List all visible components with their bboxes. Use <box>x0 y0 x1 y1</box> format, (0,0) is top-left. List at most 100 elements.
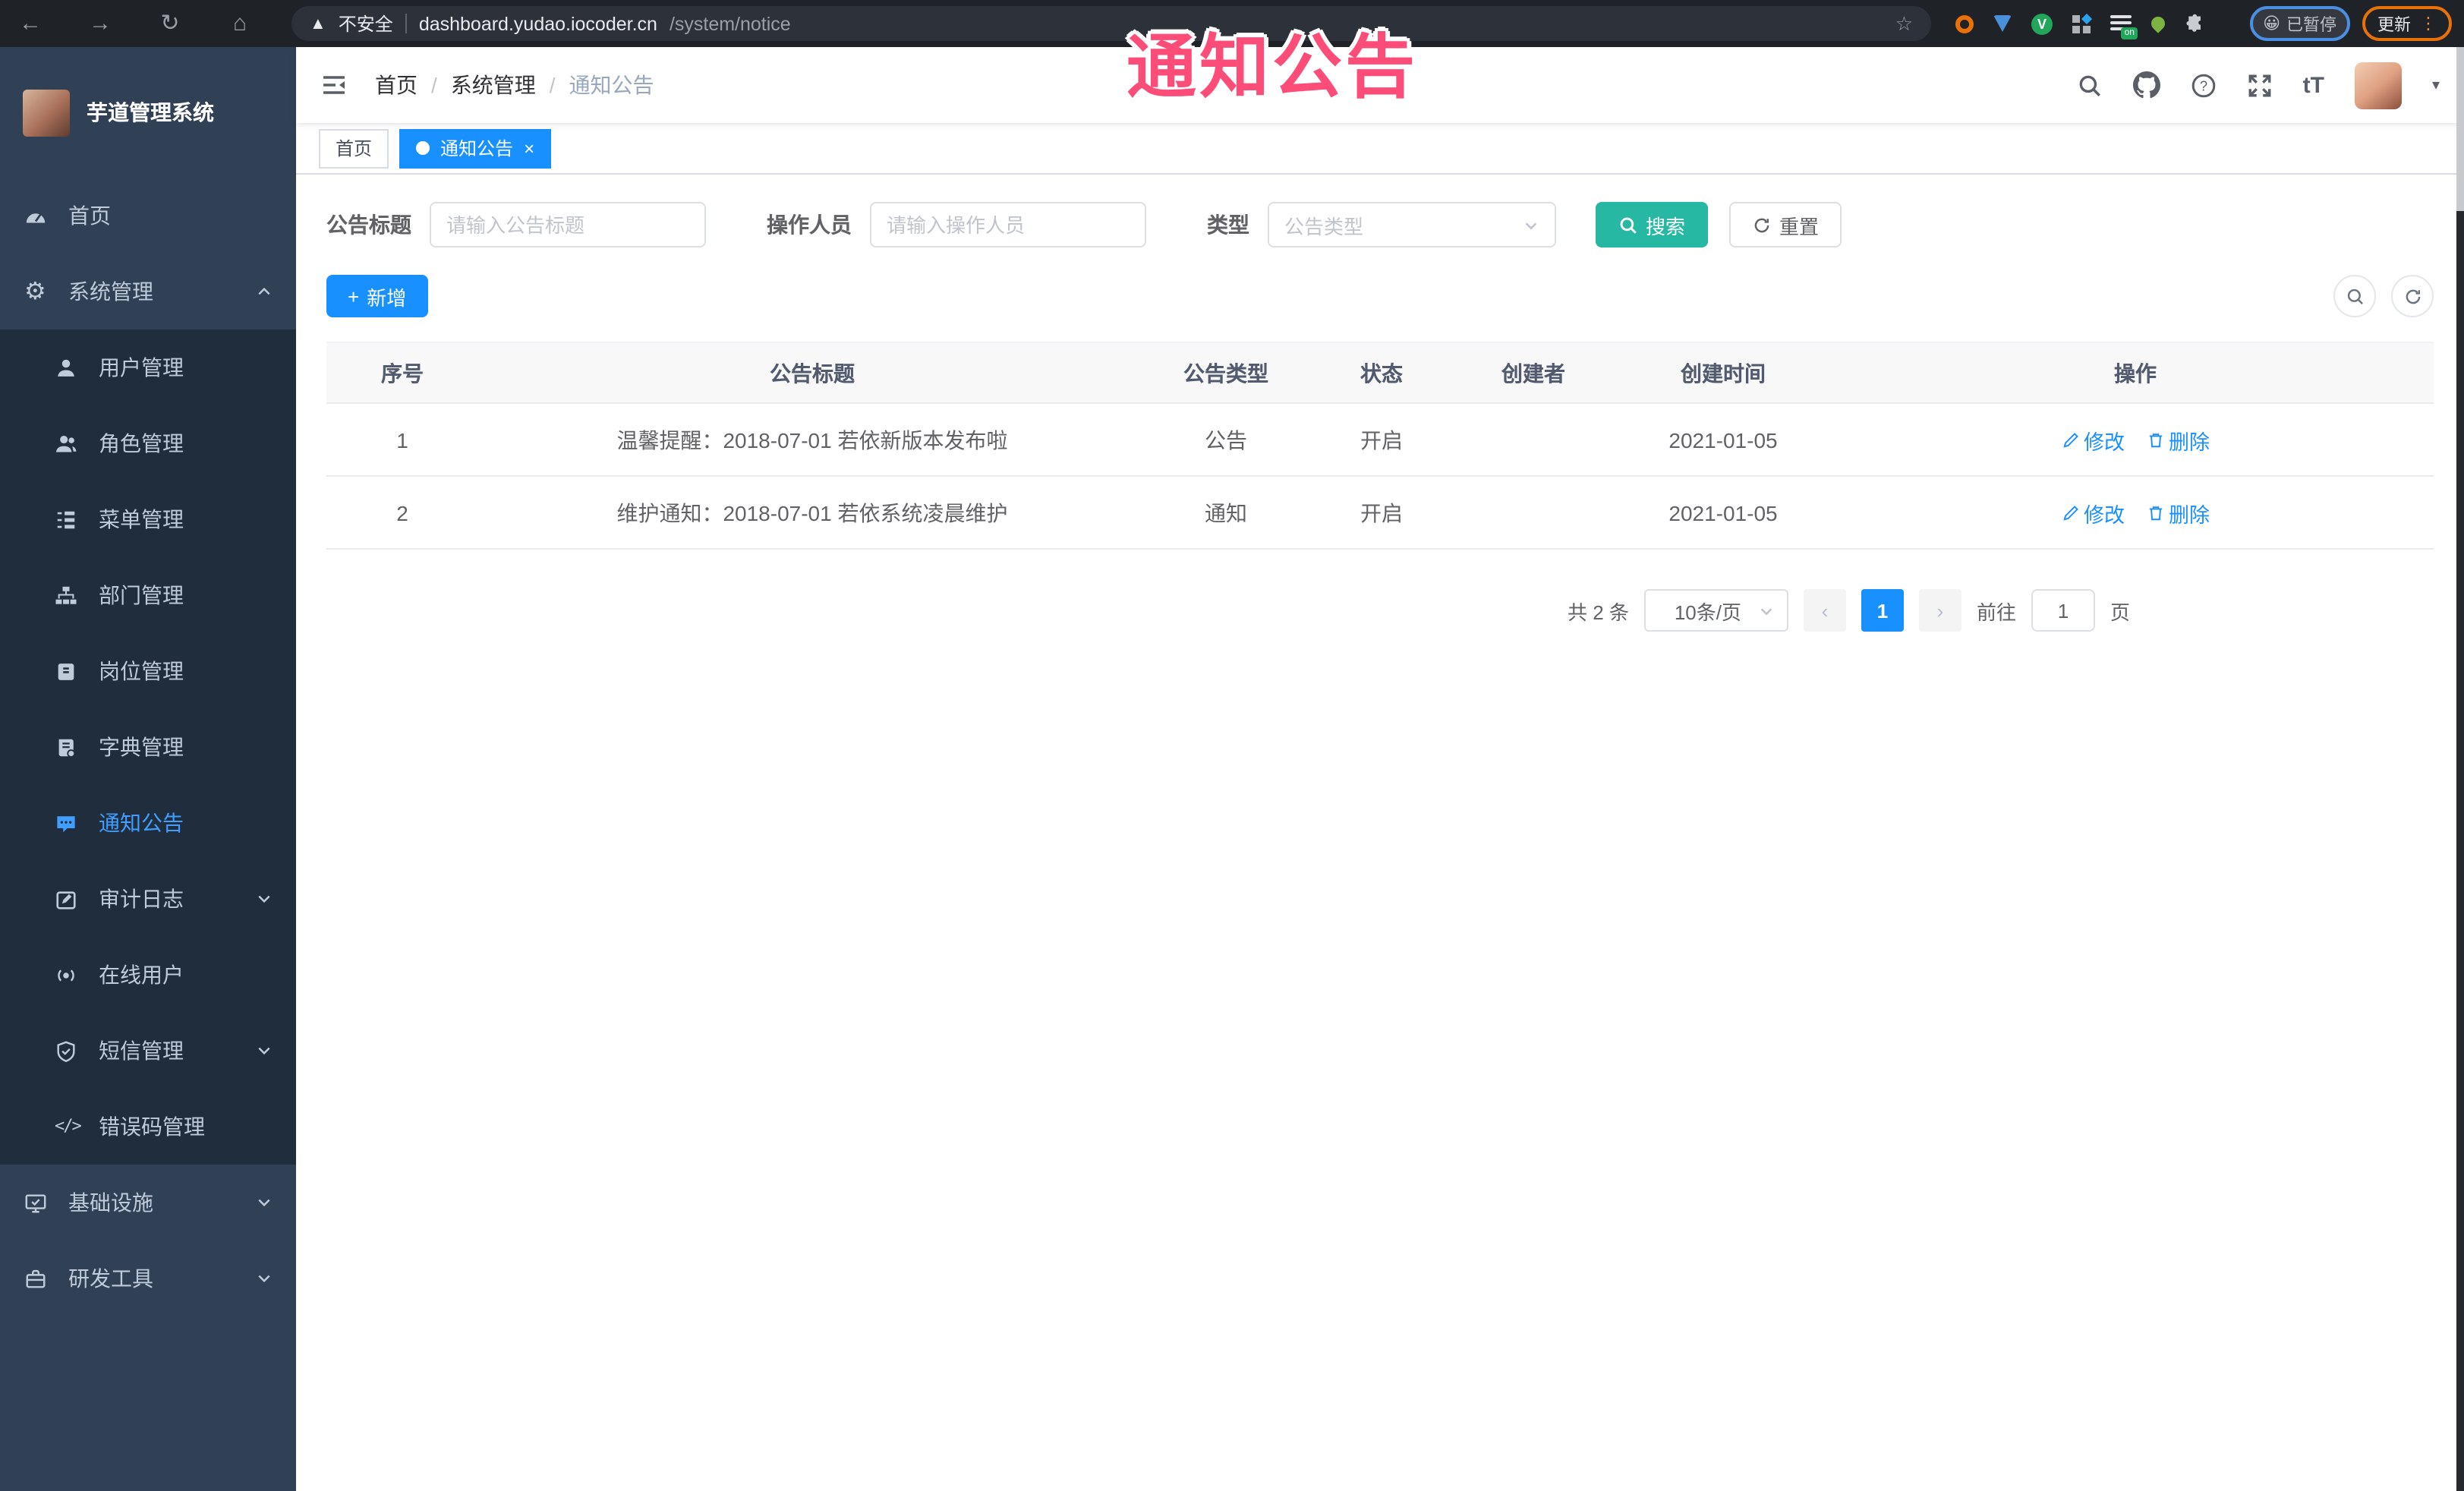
navbar-actions: ? tT ▾ <box>2077 61 2440 109</box>
fullscreen-icon[interactable] <box>2247 72 2273 98</box>
notice-title-input[interactable] <box>430 202 706 247</box>
extension-blue-icon[interactable] <box>1993 15 2012 32</box>
sidebar-item-notice[interactable]: 通知公告 <box>0 785 296 861</box>
sidebar-item-online-users[interactable]: 在线用户 <box>0 937 296 1013</box>
table-toolbar: + 新增 <box>326 275 2434 317</box>
user-avatar[interactable] <box>2354 61 2402 109</box>
sidebar-item-user-mgmt[interactable]: 用户管理 <box>0 329 296 405</box>
col-index: 序号 <box>381 361 424 385</box>
add-button[interactable]: + 新增 <box>326 275 428 317</box>
sidebar-item-label: 通知公告 <box>99 811 184 835</box>
prev-page-button[interactable]: ‹ <box>1803 589 1846 632</box>
sidebar-toggle-icon[interactable] <box>320 71 348 99</box>
extension-green-v-icon[interactable]: V <box>2031 13 2053 34</box>
browser-home-icon[interactable]: ⌂ <box>222 0 258 47</box>
cell-status: 开启 <box>1360 500 1403 525</box>
sidebar-item-devtools[interactable]: 研发工具 <box>0 1240 296 1316</box>
breadcrumb-system[interactable]: 系统管理 <box>451 70 536 100</box>
next-page-button[interactable]: › <box>1918 589 1961 632</box>
address-bar[interactable]: ▲ 不安全 dashboard.yudao.iocoder.cn/system/… <box>291 6 1931 41</box>
close-icon[interactable]: × <box>524 139 534 157</box>
edit-link[interactable]: 修改 <box>2061 497 2125 528</box>
sidebar-item-dict-mgmt[interactable]: 字典管理 <box>0 709 296 785</box>
sidebar-item-sms-mgmt[interactable]: 短信管理 <box>0 1013 296 1089</box>
notice-type-select[interactable]: 公告类型 <box>1268 202 1556 247</box>
extensions-area: V on <box>1955 12 2206 39</box>
search-button[interactable]: 搜索 <box>1596 202 1709 247</box>
extensions-puzzle-icon[interactable] <box>2185 13 2206 34</box>
cell-index: 1 <box>396 427 408 452</box>
warning-icon[interactable]: ▲ <box>310 14 326 33</box>
browser-profile-chip[interactable]: 😀 已暂停 <box>2249 6 2350 41</box>
edit-label: 修改 <box>2084 503 2125 526</box>
delete-label: 删除 <box>2169 430 2210 453</box>
operator-label: 操作人员 <box>767 213 852 237</box>
breadcrumb-home[interactable]: 首页 <box>375 70 417 100</box>
divider <box>405 14 407 33</box>
browser-reload-icon[interactable]: ↻ <box>152 0 188 47</box>
sidebar-item-audit-log[interactable]: 审计日志 <box>0 861 296 937</box>
extension-pin-icon[interactable] <box>2148 14 2168 33</box>
browser-back-icon[interactable]: ← <box>12 0 49 47</box>
select-placeholder: 公告类型 <box>1284 215 1364 238</box>
broadcast-icon <box>55 963 77 986</box>
browser-menu-icon[interactable]: ⋮ <box>2420 14 2437 33</box>
reset-button[interactable]: 重置 <box>1729 202 1842 247</box>
toggle-search-button[interactable] <box>2333 275 2376 317</box>
sidebar-item-label: 菜单管理 <box>99 507 184 531</box>
extension-orange-icon[interactable] <box>1955 14 1974 33</box>
sidebar-item-role-mgmt[interactable]: 角色管理 <box>0 405 296 481</box>
tab-label: 通知公告 <box>440 138 514 159</box>
help-icon[interactable]: ? <box>2191 72 2217 98</box>
browser-toolbar: ← → ↻ ⌂ ▲ 不安全 dashboard.yudao.iocoder.cn… <box>0 0 2464 47</box>
tab-notice[interactable]: 通知公告 × <box>399 128 552 168</box>
page-scrollbar[interactable] <box>2456 47 2464 1491</box>
extension-list-icon[interactable]: on <box>2110 14 2138 39</box>
active-dot <box>416 141 430 155</box>
browser-update-button[interactable]: 更新 ⋮ <box>2362 6 2452 41</box>
edit-link[interactable]: 修改 <box>2061 424 2125 455</box>
cell-actions: 修改 删除 <box>1837 424 2434 455</box>
extension-grid-icon[interactable] <box>2072 12 2093 33</box>
delete-link[interactable]: 删除 <box>2146 424 2210 455</box>
cell-index: 2 <box>396 500 408 525</box>
sidebar-item-post-mgmt[interactable]: 岗位管理 <box>0 633 296 709</box>
chevron-down-icon <box>257 1195 272 1210</box>
notice-title-label: 公告标题 <box>326 213 411 237</box>
tags-view-bar: 首页 通知公告 × <box>296 123 2464 175</box>
bookmark-star-icon[interactable]: ☆ <box>1895 11 1913 36</box>
scrollbar-thumb[interactable] <box>2456 47 2464 211</box>
operator-input[interactable] <box>870 202 1146 247</box>
sidebar-item-menu-mgmt[interactable]: 菜单管理 <box>0 481 296 557</box>
page-size-select[interactable]: 10条/页 <box>1643 589 1788 632</box>
chevron-down-icon <box>1523 216 1539 233</box>
breadcrumb-separator: / <box>549 73 556 97</box>
refresh-button[interactable] <box>2391 275 2434 317</box>
delete-link[interactable]: 删除 <box>2146 497 2210 528</box>
sidebar-item-system[interactable]: ⚙ 系统管理 <box>0 254 296 329</box>
cell-actions: 修改 删除 <box>1837 497 2434 528</box>
search-icon[interactable] <box>2077 72 2103 98</box>
col-create-time: 创建时间 <box>1681 361 1766 385</box>
goto-page-input[interactable] <box>2031 589 2095 632</box>
toolbox-icon <box>24 1267 47 1290</box>
chevron-down-icon <box>257 1043 272 1058</box>
app-logo-row[interactable]: 芋道管理系统 <box>0 47 296 178</box>
font-size-icon[interactable]: tT <box>2303 72 2324 98</box>
page-1-button[interactable]: 1 <box>1861 589 1904 632</box>
user-icon <box>55 356 77 379</box>
users-icon <box>55 432 77 455</box>
github-icon[interactable] <box>2132 71 2160 99</box>
browser-forward-icon[interactable]: → <box>82 0 118 47</box>
system-submenu: 用户管理 角色管理 菜单管理 部门管理 岗位管理 字典管理 通知公告 审计日志 … <box>0 329 296 1165</box>
dashboard-icon <box>24 204 47 227</box>
sidebar-item-infra[interactable]: 基础设施 <box>0 1165 296 1240</box>
sidebar-item-home[interactable]: 首页 <box>0 178 296 254</box>
tab-home[interactable]: 首页 <box>319 128 389 168</box>
sidebar-item-label: 研发工具 <box>68 1266 153 1291</box>
message-icon <box>55 812 77 834</box>
sidebar-item-dept-mgmt[interactable]: 部门管理 <box>0 557 296 633</box>
caret-down-icon[interactable]: ▾ <box>2432 77 2440 93</box>
sidebar-item-error-code[interactable]: </> 错误码管理 <box>0 1089 296 1165</box>
navbar: 首页 / 系统管理 / 通知公告 ? tT ▾ <box>296 47 2464 123</box>
